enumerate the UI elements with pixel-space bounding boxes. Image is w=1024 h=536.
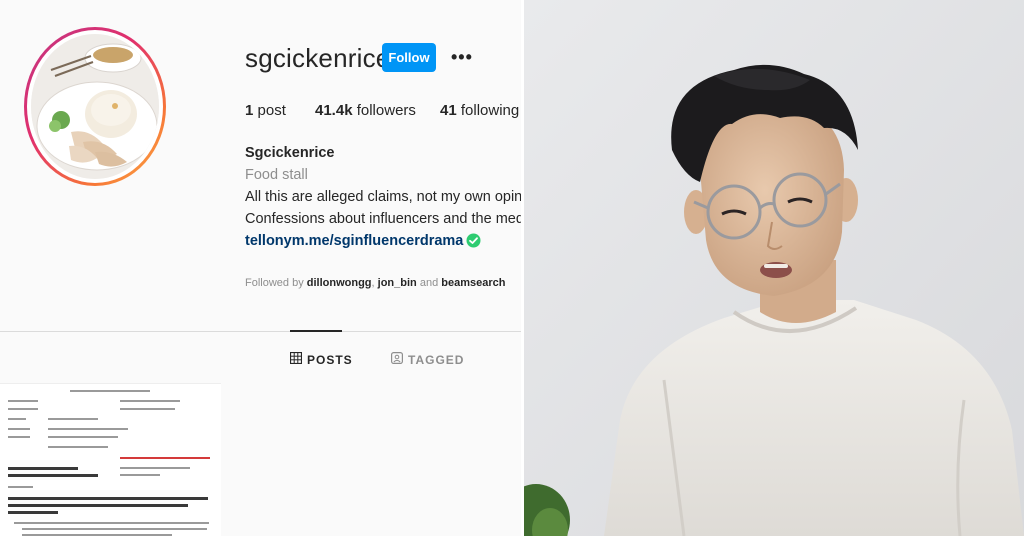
doc-text-line: [120, 474, 160, 476]
doc-text-line: [8, 418, 26, 420]
more-options-button[interactable]: •••: [451, 48, 473, 66]
followed-by-prefix: Followed by: [245, 277, 304, 289]
doc-bold-line: [8, 511, 58, 514]
doc-text-line: [22, 528, 207, 530]
story-ring[interactable]: [24, 27, 166, 186]
follower-link-2[interactable]: jon_bin: [378, 277, 417, 289]
doc-red-heading: [120, 457, 210, 459]
profile-bio: Sgcickenrice Food stall All this are all…: [245, 142, 521, 255]
tabs-divider: [0, 331, 521, 332]
posts-count-stat[interactable]: 1 post: [245, 102, 286, 119]
doc-text-line: [70, 390, 150, 392]
doc-text-line: [8, 408, 38, 410]
doc-text-line: [48, 418, 98, 420]
followed-by-line: Followed by dillonwongg, jon_bin and bea…: [245, 277, 505, 289]
tab-tagged[interactable]: TAGGED: [391, 352, 464, 367]
followed-by-and: and: [419, 277, 439, 289]
followers-count: 41.4k: [315, 102, 353, 119]
doc-bold-line: [8, 474, 98, 477]
doc-bold-line: [8, 467, 78, 470]
avatar-image: [31, 34, 159, 179]
bio-name: Sgcickenrice: [245, 145, 335, 161]
avatar[interactable]: [27, 30, 163, 183]
post-thumbnail-letter[interactable]: [0, 383, 221, 536]
follower-link-1[interactable]: dillonwongg: [307, 277, 372, 289]
posts-label: post: [257, 102, 286, 119]
doc-bold-line: [8, 497, 208, 500]
following-stat[interactable]: 41 following: [440, 102, 519, 119]
bio-link[interactable]: tellonym.me/sginfluencerdrama: [245, 233, 463, 249]
doc-bold-line: [8, 504, 188, 507]
bio-category: Food stall: [245, 167, 308, 183]
bio-line-1: All this are alleged claims, not my own …: [245, 189, 521, 205]
posts-count: 1: [245, 102, 254, 119]
instagram-profile-panel: sgcickenrice Follow ••• 1 post 41.4k fol…: [0, 0, 521, 536]
doc-text-line: [8, 486, 33, 488]
doc-text-line: [48, 446, 108, 448]
verified-check-icon: [466, 233, 481, 255]
doc-text-line: [120, 408, 175, 410]
following-count: 41: [440, 102, 457, 119]
doc-text-line: [48, 428, 128, 430]
young-man-portrait-image: [524, 0, 1024, 536]
follower-link-3[interactable]: beamsearch: [441, 277, 505, 289]
profile-username: sgcickenrice: [245, 43, 391, 73]
doc-text-line: [120, 467, 190, 469]
doc-text-line: [8, 428, 30, 430]
grid-icon: [289, 351, 303, 367]
follow-button[interactable]: Follow: [382, 43, 436, 72]
followed-by-separator: ,: [371, 277, 375, 289]
doc-text-line: [120, 400, 180, 402]
portrait-photo: [524, 0, 1024, 536]
following-label: following: [460, 102, 520, 119]
chicken-rice-plate-image: [31, 34, 159, 179]
tab-posts[interactable]: POSTS: [289, 351, 353, 367]
followers-stat[interactable]: 41.4k followers: [315, 102, 416, 119]
tagged-icon: [391, 352, 404, 367]
tab-tagged-label: TAGGED: [408, 352, 465, 367]
active-tab-indicator: [290, 330, 342, 332]
bio-link-row: tellonym.me/sginfluencerdrama: [245, 230, 521, 255]
doc-text-line: [48, 436, 118, 438]
doc-text-line: [14, 522, 209, 524]
bio-line-2: Confessions about influencers and the me…: [245, 211, 521, 227]
doc-text-line: [8, 400, 38, 402]
doc-text-line: [8, 436, 30, 438]
tab-posts-label: POSTS: [307, 352, 353, 367]
followers-label: followers: [356, 102, 416, 119]
